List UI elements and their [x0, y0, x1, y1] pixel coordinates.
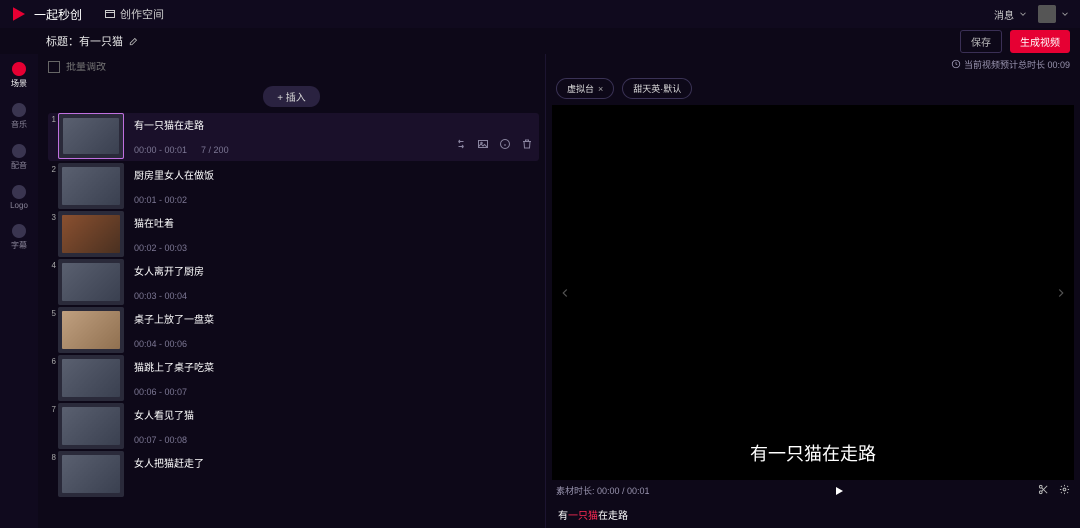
scene-time: 00:06 - 00:07: [134, 387, 529, 397]
subtitle-highlight: 一只猫: [568, 511, 598, 522]
brand-logo-icon: [10, 5, 28, 23]
messages-link[interactable]: 消息: [994, 7, 1028, 22]
next-frame-icon[interactable]: [1054, 286, 1068, 300]
batch-edit-input[interactable]: [66, 62, 535, 73]
chip-virtual-stage[interactable]: 虚拟台 ×: [556, 78, 614, 99]
scene-text: 女人把猫赶走了: [134, 455, 529, 470]
subtitle-editor[interactable]: 有一只猫在走路: [546, 501, 1080, 528]
avatar[interactable]: [1038, 5, 1056, 23]
clip-timer: 素材时长: 00:00 / 00:01: [556, 484, 650, 497]
scene-time: 00:07 - 00:08: [134, 435, 529, 445]
scene-number: 6: [48, 355, 56, 401]
scene-time: 00:03 - 00:04: [134, 291, 529, 301]
scene-item[interactable]: 3 猫在吐着 00:02 - 00:03: [48, 211, 539, 257]
clock-icon: [951, 59, 961, 69]
rail-item-label: 配音: [11, 160, 27, 171]
scene-thumbnail[interactable]: [58, 451, 124, 497]
scene-tool-image-icon[interactable]: [477, 138, 489, 153]
scene-number: 5: [48, 307, 56, 353]
scene-time: 00:02 - 00:03: [134, 243, 529, 253]
subtitle-pre: 有: [558, 511, 568, 522]
chip-label: 甜天英·默认: [633, 82, 681, 95]
scene-item[interactable]: 7 女人看见了猫 00:07 - 00:08: [48, 403, 539, 449]
scene-thumbnail[interactable]: [58, 355, 124, 401]
scene-text: 女人离开了厨房: [134, 263, 529, 278]
scene-number: 8: [48, 451, 56, 497]
rail-item-subtitle[interactable]: 字幕: [4, 220, 34, 255]
rail-item-label: 场景: [11, 78, 27, 89]
scene-thumbnail[interactable]: [58, 259, 124, 305]
user-menu-chevron-icon[interactable]: [1060, 9, 1070, 19]
messages-label: 消息: [994, 7, 1014, 22]
scene-thumbnail[interactable]: [58, 163, 124, 209]
scene-thumbnail[interactable]: [58, 307, 124, 353]
edit-title-icon[interactable]: [129, 36, 139, 46]
scene-char-count: 7 / 200: [201, 145, 229, 155]
scene-tool-delete-icon[interactable]: [521, 138, 533, 153]
scene-thumbnail[interactable]: [58, 113, 124, 159]
chip-close-icon[interactable]: ×: [598, 84, 603, 94]
scene-item[interactable]: 4 女人离开了厨房 00:03 - 00:04: [48, 259, 539, 305]
video-caption: 有一只猫在走路: [552, 440, 1074, 466]
settings-tool-icon[interactable]: [1059, 484, 1070, 497]
scene-item[interactable]: 5 桌子上放了一盘菜 00:04 - 00:06: [48, 307, 539, 353]
scene-time: 00:01 - 00:02: [134, 195, 529, 205]
prev-frame-icon[interactable]: [558, 286, 572, 300]
rail-item-label: 音乐: [11, 119, 27, 130]
rail-item-scene[interactable]: 场景: [4, 58, 34, 93]
chip-label: 虚拟台: [567, 82, 594, 95]
scene-item[interactable]: 6 猫跳上了桌子吃菜 00:06 - 00:07: [48, 355, 539, 401]
scene-item[interactable]: 1 有一只猫在走路 00:00 - 00:01 7 / 200: [48, 113, 539, 161]
rail-item-logo[interactable]: Logo: [4, 181, 34, 214]
scene-time: 00:00 - 00:01: [134, 145, 187, 155]
scene-text: 桌子上放了一盘菜: [134, 311, 529, 326]
play-button[interactable]: [650, 485, 1028, 497]
generate-video-button[interactable]: 生成视频: [1010, 30, 1070, 53]
workspace-label: 创作空间: [120, 6, 164, 22]
brand-name: 一起秒创: [34, 6, 82, 23]
scene-number: 2: [48, 163, 56, 209]
scene-number: 7: [48, 403, 56, 449]
scene-tool-swap-icon[interactable]: [455, 138, 467, 153]
rail-item-label: 字幕: [11, 240, 27, 251]
workspace-link[interactable]: 创作空间: [104, 6, 164, 22]
select-all-checkbox[interactable]: [48, 61, 60, 73]
scene-list: 1 有一只猫在走路 00:00 - 00:01 7 / 200: [38, 113, 545, 528]
scene-text: 女人看见了猫: [134, 407, 529, 422]
scene-item[interactable]: 2 厨房里女人在做饭 00:01 - 00:02: [48, 163, 539, 209]
subtitle-post: 在走路: [598, 511, 628, 522]
scene-number: 3: [48, 211, 56, 257]
save-button[interactable]: 保存: [960, 30, 1002, 53]
page-title: 标题：有一只猫: [46, 33, 123, 49]
total-duration: 当前视频预计总时长 00:09: [964, 58, 1070, 71]
scene-number: 1: [48, 113, 56, 159]
side-rail: 场景 音乐 配音 Logo 字幕: [0, 54, 38, 528]
scene-thumbnail[interactable]: [58, 403, 124, 449]
scene-tool-info-icon[interactable]: [499, 138, 511, 153]
chip-voice-default[interactable]: 甜天英·默认: [622, 78, 692, 99]
chevron-down-icon: [1018, 9, 1028, 19]
rail-item-voice[interactable]: 配音: [4, 140, 34, 175]
insert-scene-button[interactable]: + 插入: [263, 86, 320, 107]
scene-text: 猫跳上了桌子吃菜: [134, 359, 529, 374]
scene-time: 00:04 - 00:06: [134, 339, 529, 349]
scene-text: 猫在吐着: [134, 215, 529, 230]
video-preview[interactable]: 有一只猫在走路: [552, 105, 1074, 480]
scene-text: 有一只猫在走路: [134, 117, 445, 132]
scene-thumbnail[interactable]: [58, 211, 124, 257]
rail-item-label: Logo: [10, 201, 28, 210]
cut-tool-icon[interactable]: [1038, 484, 1049, 497]
scene-text: 厨房里女人在做饭: [134, 167, 529, 182]
rail-item-music[interactable]: 音乐: [4, 99, 34, 134]
scene-number: 4: [48, 259, 56, 305]
scene-item[interactable]: 8 女人把猫赶走了: [48, 451, 539, 497]
